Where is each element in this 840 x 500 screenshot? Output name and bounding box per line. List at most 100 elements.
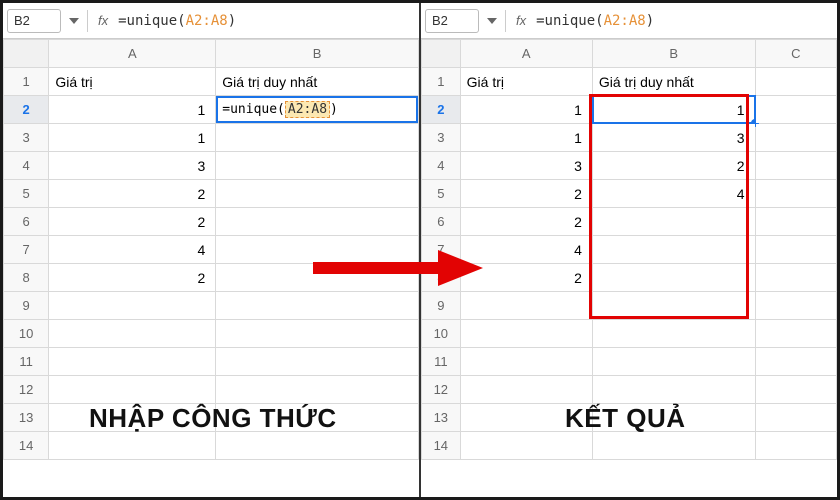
cell[interactable] <box>216 292 419 320</box>
name-box[interactable]: B2 <box>7 9 61 33</box>
cell[interactable] <box>216 124 419 152</box>
row-header[interactable]: 3 <box>422 124 461 152</box>
cell-b2-editing[interactable]: =unique(A2:A8) <box>216 96 419 124</box>
cell-b1[interactable]: Giá trị duy nhất <box>216 68 419 96</box>
cell[interactable] <box>755 404 836 432</box>
cell[interactable] <box>460 348 592 376</box>
row-header[interactable]: 5 <box>422 180 461 208</box>
cell[interactable] <box>755 180 836 208</box>
cell[interactable]: 2 <box>460 208 592 236</box>
cell[interactable] <box>755 376 836 404</box>
cell[interactable] <box>755 320 836 348</box>
row-header[interactable]: 8 <box>4 264 49 292</box>
formula-input[interactable]: =unique(A2:A8) <box>118 13 236 29</box>
cell[interactable] <box>49 432 216 460</box>
cell[interactable] <box>592 376 755 404</box>
row-header[interactable]: 6 <box>4 208 49 236</box>
cell[interactable]: 3 <box>460 152 592 180</box>
cell[interactable]: 2 <box>49 208 216 236</box>
column-header-b[interactable]: B <box>592 40 755 68</box>
cell[interactable] <box>216 432 419 460</box>
cell-b2[interactable]: 1 <box>592 96 755 124</box>
cell[interactable] <box>49 376 216 404</box>
cell[interactable] <box>460 432 592 460</box>
row-header[interactable]: 2 <box>4 96 49 124</box>
row-header[interactable]: 1 <box>422 68 461 96</box>
row-header[interactable]: 6 <box>422 208 461 236</box>
cell[interactable] <box>592 264 755 292</box>
row-header[interactable]: 1 <box>4 68 49 96</box>
cell-b5[interactable]: 4 <box>592 180 755 208</box>
row-header[interactable]: 4 <box>422 152 461 180</box>
cell[interactable] <box>216 320 419 348</box>
row-header[interactable]: 11 <box>4 348 49 376</box>
cell[interactable] <box>592 292 755 320</box>
cell[interactable] <box>49 320 216 348</box>
cell[interactable]: 4 <box>49 236 216 264</box>
column-header-c[interactable]: C <box>755 40 836 68</box>
column-header-a[interactable]: A <box>49 40 216 68</box>
cell-a1[interactable]: Giá trị <box>460 68 592 96</box>
cell[interactable] <box>592 348 755 376</box>
cell-b1[interactable]: Giá trị duy nhất <box>592 68 755 96</box>
cell[interactable] <box>216 152 419 180</box>
row-header[interactable]: 10 <box>422 320 461 348</box>
row-header[interactable]: 12 <box>422 376 461 404</box>
column-header-a[interactable]: A <box>460 40 592 68</box>
cell-b3[interactable]: 3 <box>592 124 755 152</box>
cell[interactable] <box>216 348 419 376</box>
formula-input[interactable]: =unique(A2:A8) <box>536 13 654 29</box>
row-header[interactable]: 13 <box>422 404 461 432</box>
row-header[interactable]: 5 <box>4 180 49 208</box>
cell[interactable] <box>755 124 836 152</box>
cell[interactable]: 2 <box>49 264 216 292</box>
row-header[interactable]: 14 <box>422 432 461 460</box>
row-header[interactable]: 4 <box>4 152 49 180</box>
select-all-corner[interactable] <box>422 40 461 68</box>
cell[interactable] <box>755 68 836 96</box>
cell[interactable]: 2 <box>460 180 592 208</box>
cell-editor[interactable]: =unique(A2:A8) <box>216 96 418 123</box>
row-header[interactable]: 12 <box>4 376 49 404</box>
cell[interactable] <box>755 264 836 292</box>
row-header[interactable]: 10 <box>4 320 49 348</box>
row-header[interactable]: 2 <box>422 96 461 124</box>
cell-b4[interactable]: 2 <box>592 152 755 180</box>
cell[interactable] <box>49 348 216 376</box>
cell[interactable] <box>216 208 419 236</box>
cell[interactable] <box>755 96 836 124</box>
row-header[interactable]: 14 <box>4 432 49 460</box>
cell[interactable] <box>592 208 755 236</box>
cell[interactable]: 2 <box>49 180 216 208</box>
row-header[interactable]: 13 <box>4 404 49 432</box>
name-box-dropdown-icon[interactable] <box>485 18 499 24</box>
row-header[interactable]: 11 <box>422 348 461 376</box>
cell[interactable] <box>755 432 836 460</box>
cell[interactable] <box>592 236 755 264</box>
row-header[interactable]: 9 <box>4 292 49 320</box>
row-header[interactable]: 3 <box>4 124 49 152</box>
cell[interactable] <box>460 320 592 348</box>
cell[interactable]: 1 <box>49 124 216 152</box>
cell-a2[interactable]: 1 <box>460 96 592 124</box>
cell[interactable] <box>592 320 755 348</box>
cell[interactable] <box>460 292 592 320</box>
cell[interactable] <box>755 292 836 320</box>
row-header[interactable]: 9 <box>422 292 461 320</box>
cell[interactable]: 3 <box>49 152 216 180</box>
cell[interactable] <box>755 208 836 236</box>
cell-a1[interactable]: Giá trị <box>49 68 216 96</box>
cell[interactable] <box>755 152 836 180</box>
cell-a2[interactable]: 1 <box>49 96 216 124</box>
cell[interactable] <box>755 236 836 264</box>
row-header[interactable]: 7 <box>4 236 49 264</box>
cell[interactable] <box>216 376 419 404</box>
name-box[interactable]: B2 <box>425 9 479 33</box>
cell[interactable] <box>49 292 216 320</box>
cell[interactable] <box>216 180 419 208</box>
select-all-corner[interactable] <box>4 40 49 68</box>
cell[interactable] <box>755 348 836 376</box>
cell[interactable]: 1 <box>460 124 592 152</box>
column-header-b[interactable]: B <box>216 40 419 68</box>
cell[interactable] <box>592 432 755 460</box>
